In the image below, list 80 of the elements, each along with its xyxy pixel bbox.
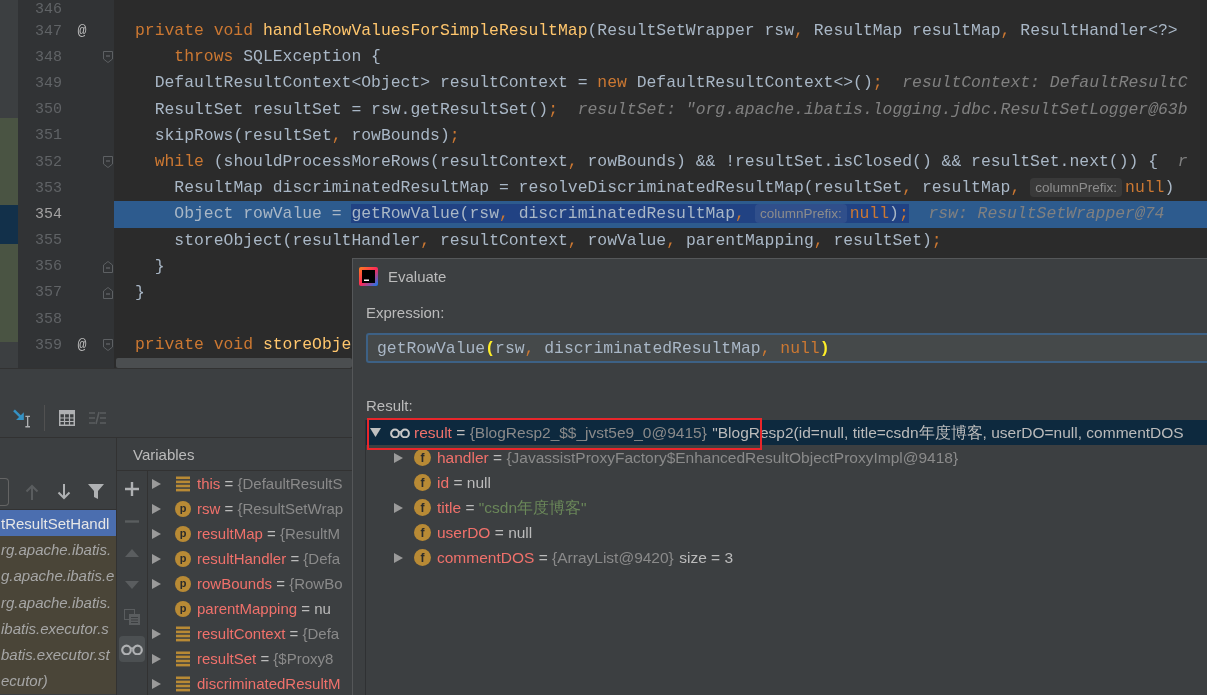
variable-entry[interactable]: rowBounds = {RowBo [197, 574, 343, 593]
parameter-icon: p [175, 525, 191, 542]
parameter-icon: p [175, 600, 191, 617]
stack-frame[interactable]: rg.apache.ibatis. [0, 536, 116, 563]
stack-frame[interactable]: g.apache.ibatis.e [0, 562, 116, 589]
code-line: ResultMap discriminatedResultMap = resolveDiscriminatedResultMap(resultSet, resultMap, columnPrefix: null) [174, 178, 1175, 199]
caret-right-icon[interactable] [152, 503, 161, 514]
caret-down-icon[interactable] [370, 428, 381, 437]
caret-right-icon[interactable] [152, 628, 161, 639]
fold-marker-icon[interactable] [103, 260, 113, 273]
watches-toggle-button[interactable] [119, 636, 145, 662]
field-label: Result: [366, 397, 413, 415]
caret-right-icon[interactable] [152, 578, 161, 589]
code-line: throws SQLException { [174, 47, 381, 68]
caret-right-icon[interactable] [152, 553, 161, 564]
stack-frame[interactable]: rg.apache.ibatis. [0, 588, 116, 616]
stack-frame[interactable]: ecutor) [0, 667, 116, 695]
field-icon: f [414, 524, 431, 541]
result-entry[interactable]: id = null [437, 473, 491, 492]
variable-entry[interactable]: resultHandler = {Defa [197, 549, 341, 568]
code-line: storeObject(resultHandler, resultContext, rowValue, parentMapping, resultSet); [174, 230, 942, 251]
glasses-icon[interactable] [121, 643, 143, 655]
code-line: DefaultResultContext<Object> resultContext = new DefaultResultContext<>(); resultContext: DefaultResultC [154, 73, 1188, 94]
fold-marker-icon[interactable] [103, 339, 113, 352]
arrow-down-icon[interactable] [57, 483, 71, 500]
code-line: ResultSet resultSet = rsw.getResultSet(); resultSet: "org.apache.ibatis.logging.jdbc.ResultSetLogger@63b [154, 99, 1188, 120]
result-entry[interactable]: handler = {JavassistProxyFactory$EnhancedResultObjectProxyImpl@9418} [437, 448, 959, 467]
variable-entry[interactable]: resultSet = {$Proxy8 [197, 649, 334, 668]
fold-marker-icon[interactable] [103, 286, 113, 299]
caret-right-icon[interactable] [394, 502, 403, 513]
code-line: } [154, 256, 165, 277]
code-line: private void storeObje [135, 335, 352, 356]
plus-icon[interactable] [125, 482, 139, 496]
code-line: } [135, 282, 145, 303]
field-label: Expression: [366, 304, 445, 322]
stacked-bars-icon [175, 625, 191, 642]
variable-entry[interactable]: resultMap = {ResultM [197, 524, 341, 543]
caret-right-icon[interactable] [152, 528, 161, 539]
panel-title: Variables [133, 445, 195, 463]
stack-frame[interactable]: batis.executor.st [0, 641, 116, 668]
caret-right-icon[interactable] [152, 478, 161, 489]
scrollbar-thumb[interactable] [116, 358, 352, 368]
stack-frame[interactable]: ibatis.executor.s [0, 615, 116, 642]
variable-entry[interactable]: resultContext = {Defa [197, 624, 340, 643]
gutter-mark: @ [77, 336, 87, 354]
variable-entry[interactable]: this = {DefaultResultS [197, 474, 343, 493]
variable-entry[interactable]: parentMapping = nu [197, 599, 331, 618]
line-number: 354 [35, 205, 62, 223]
app-logo-icon [359, 266, 378, 286]
field-icon: f [414, 549, 431, 566]
result-entry[interactable]: userDO = null [437, 523, 533, 542]
fold-marker-icon[interactable] [103, 156, 113, 169]
variable-entry[interactable]: discriminatedResultM [197, 674, 341, 693]
parameter-icon: p [175, 550, 191, 567]
parameter-icon: p [175, 575, 191, 592]
caret-right-icon[interactable] [152, 653, 161, 664]
table-icon[interactable] [59, 410, 75, 426]
variable-entry[interactable]: rsw = {ResultSetWrap [197, 499, 344, 518]
expression-field[interactable]: getRowValue(rsw, discriminatedResultMap, null) [366, 333, 1207, 363]
caret-right-icon[interactable] [394, 452, 403, 463]
parameter-icon: p [175, 500, 191, 517]
caret-right-icon[interactable] [152, 678, 161, 689]
stacked-bars-icon [175, 475, 191, 492]
gutter-mark: @ [77, 22, 87, 40]
caret-right-icon[interactable] [394, 552, 403, 563]
result-entry[interactable]: title = "csdn年度博客" [437, 498, 587, 517]
field-icon: f [414, 474, 431, 491]
code-line: skipRows(resultSet, rowBounds); [154, 125, 460, 146]
fold-marker-icon[interactable] [103, 51, 113, 64]
dialog-title: Evaluate [388, 267, 447, 285]
stacked-bars-icon [175, 650, 191, 667]
result-entry[interactable]: commentDOS = {ArrayList@9420} size = 3 [437, 548, 734, 567]
code-line: Object rowValue = getRowValue(rsw, discriminatedResultMap, columnPrefix: null); rsw: ResultSetWrapper@74 [174, 204, 1165, 225]
stack-frame[interactable]: tResultSetHandl [0, 510, 116, 537]
code-line: while (shouldProcessMoreRows(resultContext, rowBounds) && !resultSet.isClosed() && resultSet.next()) { r [154, 152, 1188, 173]
code-line: private void handleRowValuesForSimpleResultMap(ResultSetWrapper rsw, ResultMap resultMap, ResultHandler<?> [135, 21, 1178, 42]
glasses-icon [390, 427, 410, 438]
field-icon: f [414, 499, 431, 516]
stacked-bars-icon [175, 675, 191, 692]
filter-icon[interactable] [88, 484, 104, 499]
